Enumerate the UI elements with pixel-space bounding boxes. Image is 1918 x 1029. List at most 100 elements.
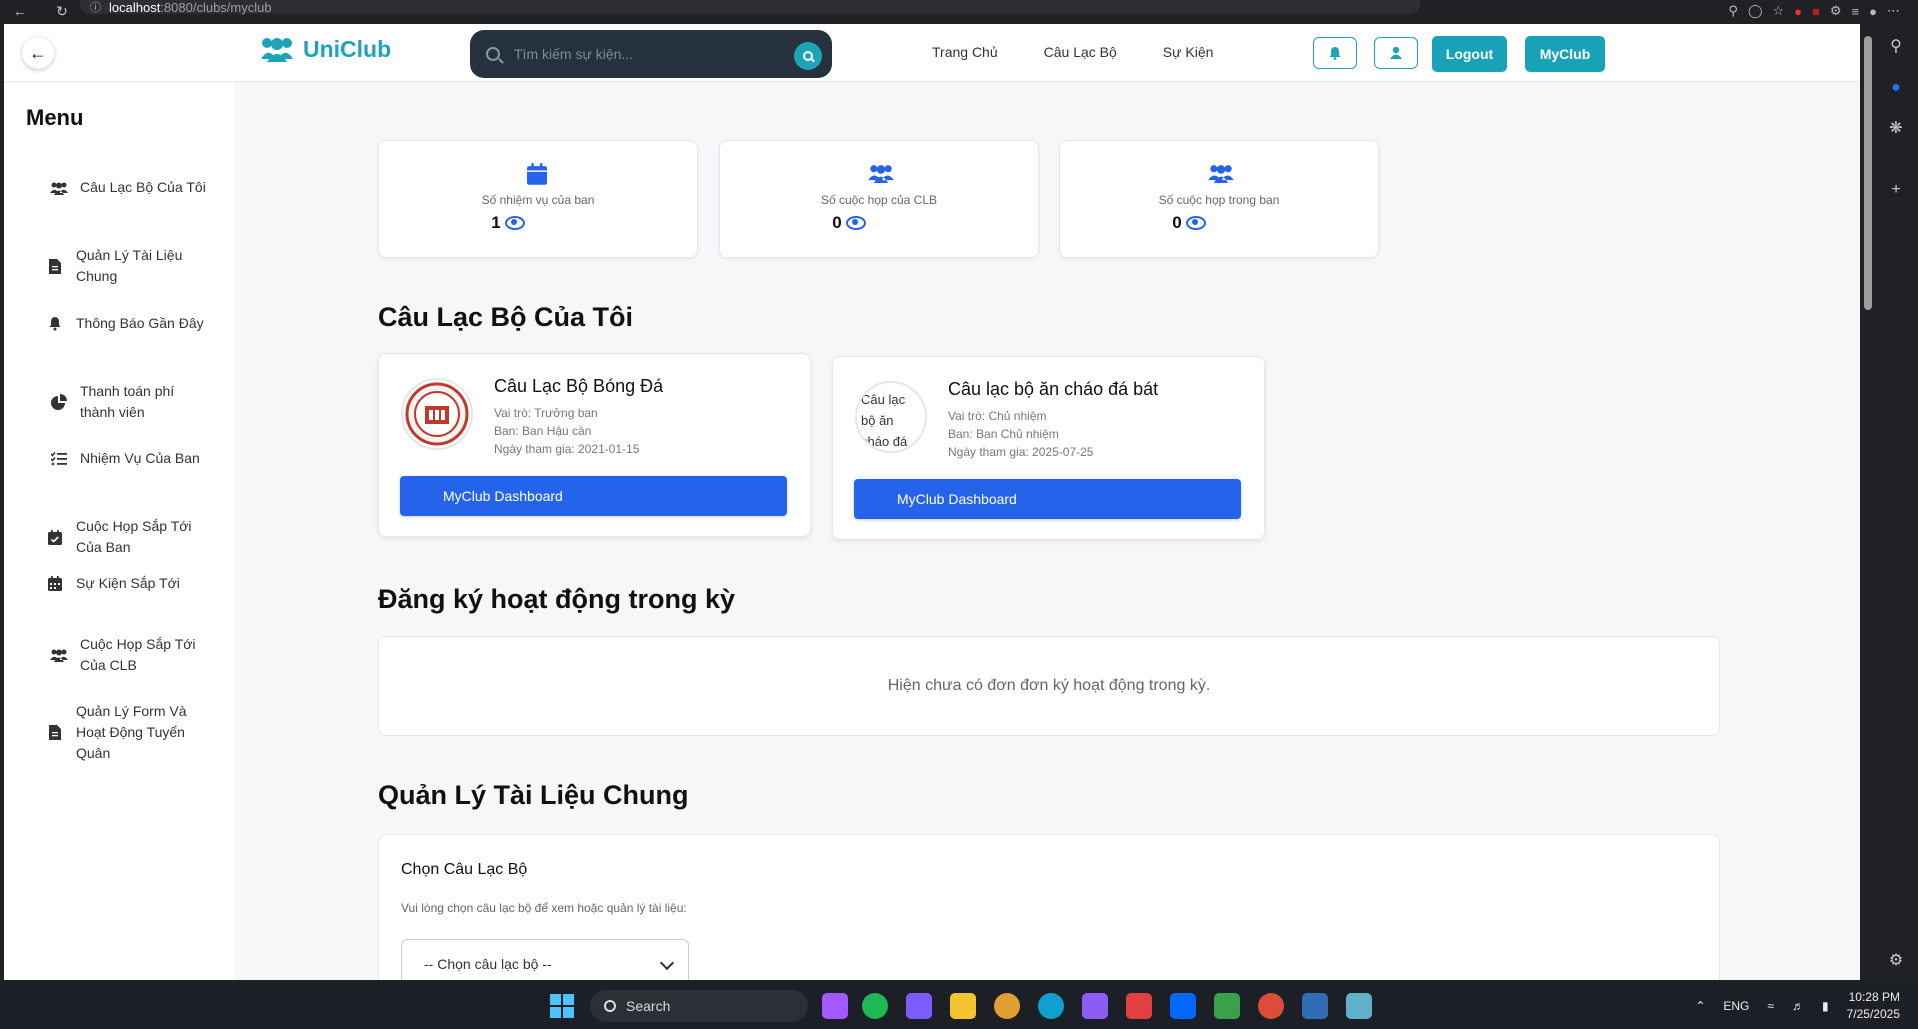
nav-link-home[interactable]: Trang Chủ <box>932 44 998 60</box>
collections-icon[interactable]: ≡ <box>1852 4 1860 19</box>
eye-icon[interactable] <box>504 216 525 230</box>
sidebar-item-label: Thanh toán phí thành viên <box>80 383 175 420</box>
system-tray: ⌃ ENG ≈ ♬ ▮ 10:28 PM 7/25/2025 <box>1695 982 1918 1029</box>
volume-icon[interactable]: ♬ <box>1792 999 1804 1013</box>
stat-value: 1 <box>491 213 501 232</box>
app-icon[interactable] <box>994 993 1020 1019</box>
section-title-documents: Quản Lý Tài Liệu Chung <box>378 780 689 810</box>
club-role: Vai trò: Trưởng ban <box>494 406 598 420</box>
search-bar <box>470 30 832 78</box>
myclub-dashboard-button[interactable]: MyClub Dashboard <box>854 479 1241 519</box>
clock[interactable]: 10:28 PM 7/25/2025 <box>1847 989 1900 1023</box>
settings-gear-icon[interactable]: ⚙ <box>1886 950 1906 970</box>
search-icon[interactable]: ⚲ <box>1886 36 1906 56</box>
chatgpt-icon[interactable]: ❋ <box>1886 118 1906 138</box>
file-explorer-icon[interactable] <box>950 993 976 1019</box>
club-select-value: -- Chọn câu lạc bộ -- <box>424 956 552 972</box>
stat-card-dept-meetings: Số cuộc họp trong ban 0 <box>1059 140 1379 258</box>
url-host: localhost <box>109 0 161 15</box>
nav-link-clubs[interactable]: Câu Lạc Bộ <box>1044 44 1117 60</box>
users-icon <box>868 165 894 183</box>
extension-icon[interactable]: ● <box>1794 4 1802 19</box>
sidebar-item-tasks[interactable]: Nhiệm Vụ Của Ban <box>50 448 210 469</box>
spotify-icon[interactable] <box>862 993 888 1019</box>
search-icon <box>604 1000 616 1012</box>
git-icon[interactable] <box>1126 993 1152 1019</box>
calendar-icon <box>46 575 64 593</box>
facebook-icon[interactable]: ● <box>1886 78 1906 98</box>
copilot-icon[interactable] <box>906 993 932 1019</box>
sidebar-item-club-meetings[interactable]: Cuộc Họp Sắp Tới Của CLB <box>50 634 210 676</box>
sidebar-item-dept-meetings[interactable]: Cuộc Họp Sắp Tới Của Ban <box>46 516 206 558</box>
section-title-activity: Đăng ký hoạt động trong kỳ <box>378 584 736 614</box>
browser-sidebar: ⚲ ● ❋ + ⚙ <box>1874 24 1918 980</box>
ublock-icon[interactable]: ■ <box>1812 4 1820 19</box>
windows-start-icon[interactable] <box>550 994 574 1018</box>
add-icon[interactable]: + <box>1886 180 1906 200</box>
search-input[interactable] <box>514 46 784 62</box>
sidebar-title: Menu <box>26 105 84 130</box>
zoom-icon[interactable]: ⚲ <box>1728 3 1738 19</box>
sidebar-item-events[interactable]: Sự Kiện Sắp Tới <box>46 573 206 594</box>
bell-icon <box>46 315 64 333</box>
profile-button[interactable] <box>1374 37 1418 69</box>
more-menu-icon[interactable]: ⋯ <box>1887 3 1900 19</box>
zalo-icon[interactable] <box>1170 993 1196 1019</box>
info-icon: ⓘ <box>90 2 101 14</box>
file-icon <box>46 257 64 275</box>
settings-gear-icon[interactable]: ⚙ <box>1830 3 1842 19</box>
chrome-icon[interactable] <box>1258 993 1284 1019</box>
sidebar-item-label: Cuộc Họp Sắp Tới Của Ban <box>76 518 192 555</box>
figma-icon[interactable] <box>822 993 848 1019</box>
taskbar-search-label: Search <box>626 998 671 1014</box>
club-logo <box>401 378 473 450</box>
eye-icon[interactable] <box>1185 216 1206 230</box>
page-viewport: ← UniClub Trang Chủ Câu Lạc Bộ Sự Kiện <box>4 24 1860 980</box>
stat-label: Số cuộc họp của CLB <box>820 193 938 207</box>
back-button[interactable]: ← <box>22 37 54 69</box>
stat-label: Số cuộc họp trong ban <box>1158 193 1280 207</box>
nav-link-events[interactable]: Sự Kiện <box>1163 44 1214 60</box>
sidebar-item-notifications[interactable]: Thông Báo Gần Đây <box>46 313 206 334</box>
scrollbar-thumb[interactable] <box>1864 36 1872 310</box>
sidebar-item-payment[interactable]: Thanh toán phí thành viên <box>50 381 210 423</box>
language-indicator[interactable]: ENG <box>1723 999 1749 1013</box>
browser-back-icon[interactable]: ← <box>8 0 32 22</box>
app-icon[interactable] <box>1302 993 1328 1019</box>
page-scrollbar[interactable] <box>1860 24 1874 980</box>
edge-browser-icon[interactable] <box>1038 993 1064 1019</box>
search-submit-button[interactable] <box>794 42 822 70</box>
sidebar-item-forms[interactable]: Quản Lý Form Và Hoạt Động Tuyển Quân <box>46 701 206 764</box>
wifi-icon[interactable]: ≈ <box>1767 999 1774 1013</box>
section-title-my-clubs: Câu Lạc Bộ Của Tôi <box>378 302 634 332</box>
nav-links: Trang Chủ Câu Lạc Bộ Sự Kiện <box>932 44 1213 60</box>
myclub-button[interactable]: MyClub <box>1525 36 1605 72</box>
brand-logo[interactable]: UniClub <box>259 35 391 63</box>
sidebar-item-my-clubs[interactable]: Câu Lạc Bộ Của Tôi <box>50 177 210 198</box>
users-icon <box>261 38 293 62</box>
favorite-star-icon[interactable]: ☆ <box>1773 3 1785 19</box>
calendar-check-icon <box>46 528 64 546</box>
eye-icon[interactable] <box>845 216 866 230</box>
myclub-dashboard-button[interactable]: MyClub Dashboard <box>400 476 787 516</box>
sidebar-item-documents[interactable]: Quản Lý Tài Liệu Chung <box>46 245 206 287</box>
notifications-button[interactable] <box>1313 37 1357 69</box>
club-select-dropdown[interactable]: -- Chọn câu lạc bộ -- <box>401 939 689 980</box>
app-icon[interactable] <box>1214 993 1240 1019</box>
users-icon <box>1208 165 1234 183</box>
reader-icon[interactable]: ◯ <box>1748 3 1763 19</box>
visual-studio-icon[interactable] <box>1082 993 1108 1019</box>
clock-date: 7/25/2025 <box>1846 1006 1900 1021</box>
address-bar[interactable]: ⓘ localhost:8080/clubs/myclub <box>80 0 1420 15</box>
app-icon[interactable] <box>1346 993 1372 1019</box>
profile-avatar-icon[interactable]: ● <box>1869 4 1877 19</box>
browser-toolbar: ← ↻ ⓘ localhost:8080/clubs/myclub ⚲ ◯ ☆ … <box>0 0 1918 22</box>
browser-reload-icon[interactable]: ↻ <box>50 0 74 22</box>
club-card: Câu lạc bộ ăn cháo đá Câu lạc bộ ăn cháo… <box>832 356 1265 540</box>
sidebar-item-label: Câu Lạc Bộ Của Tôi <box>80 179 206 195</box>
taskbar-search[interactable]: Search <box>590 990 808 1022</box>
stat-value: 0 <box>1172 213 1182 232</box>
logout-button[interactable]: Logout <box>1432 36 1507 72</box>
chevron-up-icon[interactable]: ⌃ <box>1695 999 1705 1013</box>
battery-icon[interactable]: ▮ <box>1822 999 1829 1013</box>
